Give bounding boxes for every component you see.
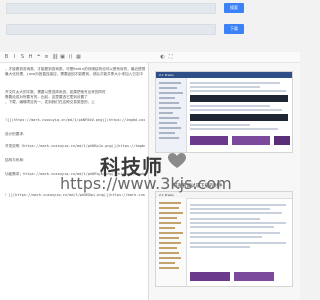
- code-icon[interactable]: ⟨⟩: [68, 55, 73, 60]
- watermark-url: https://www.3kjs.com: [60, 174, 232, 193]
- search-button[interactable]: 搜索: [224, 3, 244, 13]
- top-input-1[interactable]: [6, 3, 216, 14]
- preview-caption-top: 2.1 Praxis: [159, 73, 174, 77]
- quote-icon[interactable]: ❝: [36, 55, 41, 60]
- top-input-2[interactable]: [6, 24, 216, 35]
- heading-icon[interactable]: H: [28, 55, 33, 60]
- download-button[interactable]: 下载: [224, 24, 244, 34]
- list-icon[interactable]: ≡: [44, 55, 49, 60]
- link-icon[interactable]: ⛓: [52, 55, 58, 60]
- top-bar: 搜索 下载: [0, 0, 300, 52]
- editor-line: 设计的要求：: [5, 132, 27, 136]
- strikethrough-icon[interactable]: S: [20, 55, 25, 60]
- preview-image-2: 2.1 Praxis: [155, 191, 293, 287]
- fullscreen-icon[interactable]: ⛶: [168, 55, 173, 60]
- editor-line: ！[](https://mark.cusouyiq.cn/md/1/pkNGDp…: [5, 193, 145, 197]
- preview-image-sidebar: [156, 78, 187, 152]
- preview-toggle-icon[interactable]: ◐: [160, 55, 165, 60]
- editor-toolbar: B I S H ❝ ≡ ⛓ ▣ ⟨⟩ ▦ ◐ ⛶: [0, 52, 300, 63]
- preview-image-1: 2.1 Praxis: [155, 71, 293, 153]
- bold-icon[interactable]: B: [4, 55, 9, 60]
- italic-icon[interactable]: I: [12, 55, 17, 60]
- editor-line: 开发说明（https://mark.cusouyiq.cn/md/1/pkNEp…: [5, 144, 145, 148]
- editor-line: 最大化处理，java抖音直连接应，需要返回才能看到，然后才能共享大小来加入日志中: [5, 72, 144, 76]
- preview-image-sidebar: [156, 198, 187, 286]
- table-icon[interactable]: ▦: [76, 55, 81, 60]
- editor-line: ![](https://mark.cusouyiq.cn/md/1/pkNF0s…: [5, 118, 145, 122]
- preview-caption-bottom: 2.1 Praxis: [159, 193, 174, 197]
- editor-line: ，下载、编辑项目的一，发到我们在这种交易类型的，上: [5, 100, 95, 104]
- image-icon[interactable]: ▣: [60, 55, 65, 60]
- heart-icon: [168, 153, 186, 168]
